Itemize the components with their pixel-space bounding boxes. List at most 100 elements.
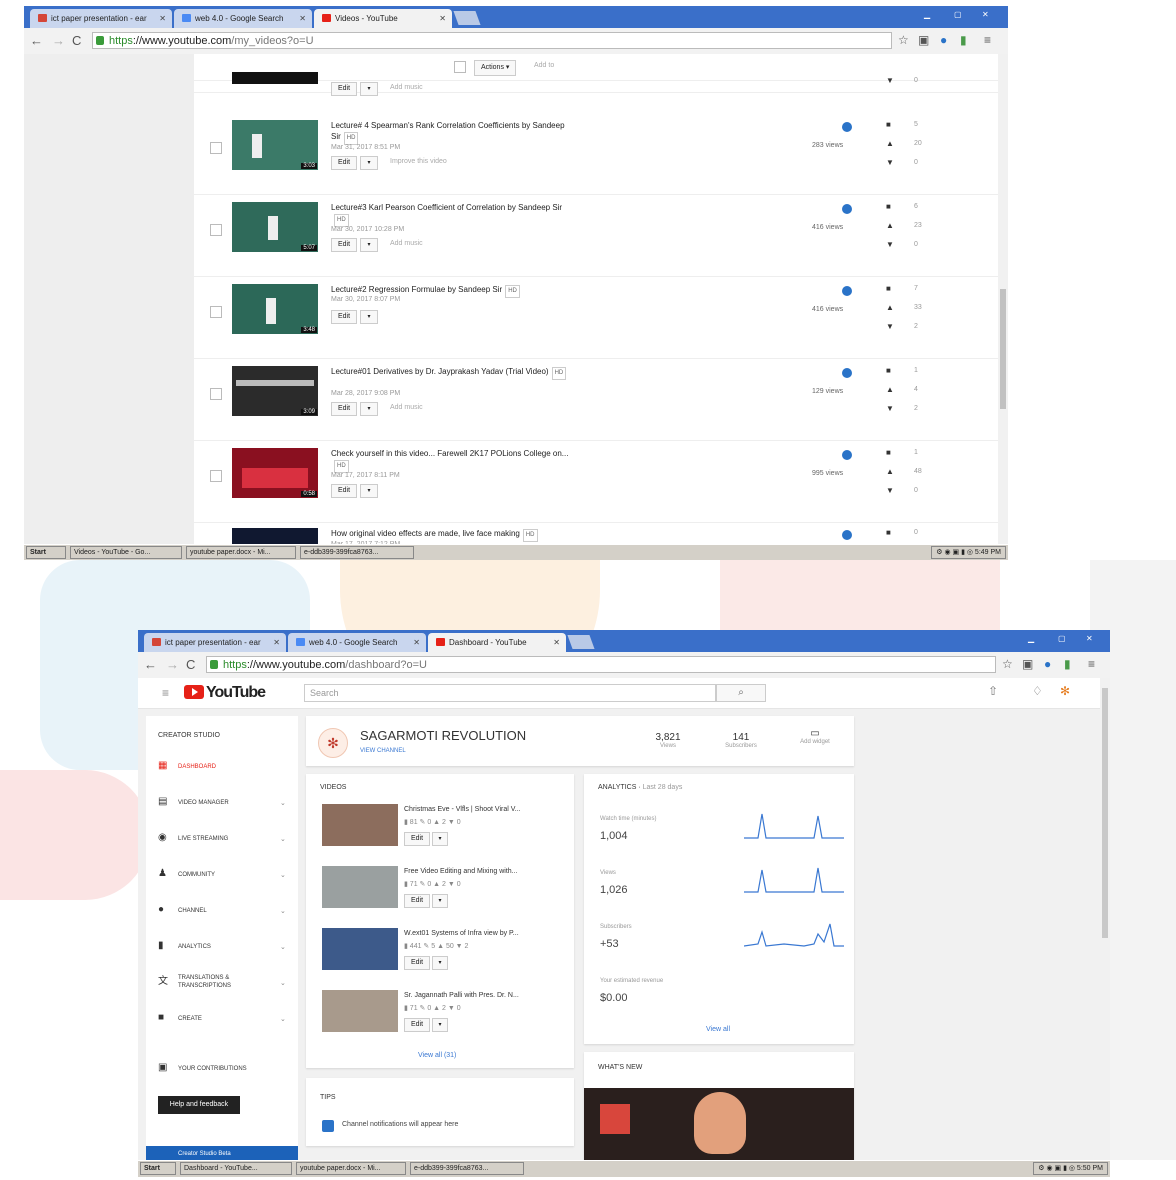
account-avatar-icon[interactable]: ✻ bbox=[1060, 684, 1070, 698]
start-button[interactable]: Start bbox=[140, 1162, 176, 1175]
menu-icon[interactable]: ≡ bbox=[1088, 657, 1095, 671]
tab-google-search[interactable]: web 4.0 - Google Search ✕ bbox=[288, 633, 426, 652]
back-icon[interactable]: ← bbox=[144, 657, 157, 672]
tab-videos-youtube[interactable]: Videos - YouTube ✕ bbox=[314, 9, 452, 28]
notifications-bell-icon[interactable]: ♢ bbox=[1032, 684, 1043, 698]
start-button[interactable]: Start bbox=[26, 546, 66, 559]
chevron-down-icon[interactable]: ⌄ bbox=[280, 1015, 286, 1023]
close-icon[interactable]: ✕ bbox=[413, 633, 420, 652]
chevron-down-icon[interactable]: ⌄ bbox=[280, 871, 286, 879]
row-checkbox[interactable] bbox=[210, 388, 222, 400]
edit-dropdown-button[interactable]: ▾ bbox=[360, 402, 378, 416]
edit-dropdown-button[interactable]: ▾ bbox=[360, 484, 378, 498]
video-thumbnail[interactable] bbox=[322, 866, 398, 908]
view-all-analytics-link[interactable]: View all bbox=[706, 1026, 730, 1033]
row-checkbox[interactable] bbox=[210, 306, 222, 318]
help-feedback-button[interactable]: Help and feedback bbox=[158, 1096, 240, 1114]
edit-button[interactable]: Edit bbox=[331, 82, 358, 96]
row-checkbox[interactable] bbox=[210, 224, 222, 236]
hamburger-menu-icon[interactable]: ≡ bbox=[162, 686, 169, 700]
maximize-icon[interactable]: ▢ bbox=[954, 10, 962, 22]
maximize-icon[interactable]: ▢ bbox=[1058, 634, 1066, 646]
scrollbar-thumb[interactable] bbox=[1000, 289, 1006, 409]
video-thumbnail[interactable]: 5:07 bbox=[232, 202, 318, 252]
close-icon[interactable]: ✕ bbox=[299, 9, 306, 28]
edit-button[interactable]: Edit bbox=[404, 832, 431, 846]
star-icon[interactable]: ☆ bbox=[898, 33, 909, 47]
video-thumbnail[interactable] bbox=[232, 72, 318, 84]
row-checkbox[interactable] bbox=[210, 142, 222, 154]
forward-icon[interactable]: → bbox=[166, 657, 179, 672]
video-title[interactable]: Lecture#3 Karl Pearson Coefficient of Co… bbox=[331, 202, 571, 227]
sidebar-item-analytics[interactable]: Analytics bbox=[178, 944, 211, 950]
taskbar-item-file[interactable]: e-ddb399-399fca8763... bbox=[300, 546, 414, 559]
close-icon[interactable]: ✕ bbox=[439, 9, 446, 28]
sidebar-item-community[interactable]: Community bbox=[178, 872, 215, 878]
chevron-down-icon[interactable]: ⌄ bbox=[280, 943, 286, 951]
reload-icon[interactable]: C bbox=[72, 33, 81, 48]
close-icon[interactable]: ✕ bbox=[273, 633, 280, 652]
video-title[interactable]: Lecture#01 Derivatives by Dr. Jayprakash… bbox=[331, 366, 571, 380]
edit-dropdown-button[interactable]: ▾ bbox=[360, 156, 378, 170]
chevron-down-icon[interactable]: ⌄ bbox=[280, 835, 286, 843]
edit-button[interactable]: Edit bbox=[331, 402, 358, 416]
close-window-icon[interactable]: ✕ bbox=[1086, 634, 1093, 646]
vertical-scrollbar[interactable] bbox=[1100, 678, 1110, 1162]
menu-icon[interactable]: ≡ bbox=[984, 33, 991, 47]
tab-ict-paper[interactable]: ict paper presentation - ear ✕ bbox=[144, 633, 286, 652]
sidebar-item-dashboard[interactable]: Dashboard bbox=[178, 764, 216, 770]
video-thumbnail[interactable]: 3:09 bbox=[232, 366, 318, 416]
extension-icon[interactable]: ▣ bbox=[918, 33, 929, 47]
sidebar-item-translations[interactable]: Translations & Transcriptions bbox=[178, 974, 258, 990]
chevron-down-icon[interactable]: ⌄ bbox=[280, 979, 286, 987]
taskbar-item-videos[interactable]: Videos - YouTube - Go... bbox=[70, 546, 182, 559]
edit-button[interactable]: Edit bbox=[331, 310, 358, 324]
video-thumbnail[interactable] bbox=[322, 928, 398, 970]
video-title[interactable]: Check yourself in this video... Farewell… bbox=[331, 448, 571, 473]
edit-dropdown-button[interactable]: ▾ bbox=[432, 894, 448, 908]
edit-button[interactable]: Edit bbox=[331, 484, 358, 498]
add-widget-button[interactable]: ▭ Add widget bbox=[790, 728, 840, 745]
edit-dropdown-button[interactable]: ▾ bbox=[432, 1018, 448, 1032]
video-thumbnail[interactable]: 3:48 bbox=[232, 284, 318, 334]
url-input[interactable]: https://www.youtube.com/dashboard?o=U bbox=[206, 656, 996, 673]
video-title[interactable]: Lecture# 4 Spearman's Rank Correlation C… bbox=[331, 120, 571, 145]
vertical-scrollbar[interactable] bbox=[998, 54, 1008, 544]
add-music-link[interactable]: Add music bbox=[390, 404, 423, 411]
taskbar-item-word[interactable]: youtube paper.docx - Mi... bbox=[186, 546, 296, 559]
search-input[interactable]: Search bbox=[304, 684, 716, 702]
back-icon[interactable]: ← bbox=[30, 33, 43, 48]
channel-name[interactable]: SAGARMOTI REVOLUTION bbox=[360, 728, 526, 743]
minimize-icon[interactable]: ▁ bbox=[1028, 634, 1034, 646]
edit-button[interactable]: Edit bbox=[331, 238, 358, 252]
sidebar-item-video-manager[interactable]: Video Manager bbox=[178, 800, 229, 806]
chevron-down-icon[interactable]: ⌄ bbox=[280, 799, 286, 807]
extension-chart-icon[interactable]: ▮ bbox=[1064, 657, 1071, 671]
extension-icon[interactable]: ▣ bbox=[1022, 657, 1033, 671]
forward-icon[interactable]: → bbox=[52, 33, 65, 48]
sidebar-item-channel[interactable]: Channel bbox=[178, 908, 207, 914]
close-icon[interactable]: ✕ bbox=[159, 9, 166, 28]
sidebar-item-live-streaming[interactable]: Live Streaming bbox=[178, 836, 228, 842]
close-window-icon[interactable]: ✕ bbox=[982, 10, 989, 22]
tab-ict-paper[interactable]: ict paper presentation - ear ✕ bbox=[30, 9, 172, 28]
edit-button[interactable]: Edit bbox=[404, 1018, 431, 1032]
view-all-videos-link[interactable]: View all (31) bbox=[418, 1052, 456, 1059]
sidebar-item-create[interactable]: Create bbox=[178, 1016, 202, 1022]
whats-new-image[interactable] bbox=[584, 1088, 854, 1160]
edit-dropdown-button[interactable]: ▾ bbox=[432, 832, 448, 846]
edit-dropdown-button[interactable]: ▾ bbox=[360, 310, 378, 324]
scrollbar-thumb[interactable] bbox=[1102, 688, 1108, 938]
video-title[interactable]: Sr. Jagannath Palli with Pres. Dr. N... bbox=[404, 992, 519, 999]
sidebar-item-contributions[interactable]: Your contributions bbox=[178, 1066, 247, 1072]
search-button[interactable]: ⌕ bbox=[716, 684, 766, 702]
extension-chart-icon[interactable]: ▮ bbox=[960, 33, 967, 47]
tab-dashboard-youtube[interactable]: Dashboard - YouTube ✕ bbox=[428, 633, 566, 652]
star-icon[interactable]: ☆ bbox=[1002, 657, 1013, 671]
minimize-icon[interactable]: ▁ bbox=[924, 10, 930, 22]
taskbar-item-dashboard[interactable]: Dashboard - YouTube... bbox=[180, 1162, 292, 1175]
improve-video-link[interactable]: Improve this video bbox=[390, 158, 447, 165]
new-tab-button[interactable] bbox=[453, 11, 481, 25]
tab-google-search[interactable]: web 4.0 - Google Search ✕ bbox=[174, 9, 312, 28]
extension-circle-icon[interactable]: ● bbox=[1044, 657, 1051, 671]
